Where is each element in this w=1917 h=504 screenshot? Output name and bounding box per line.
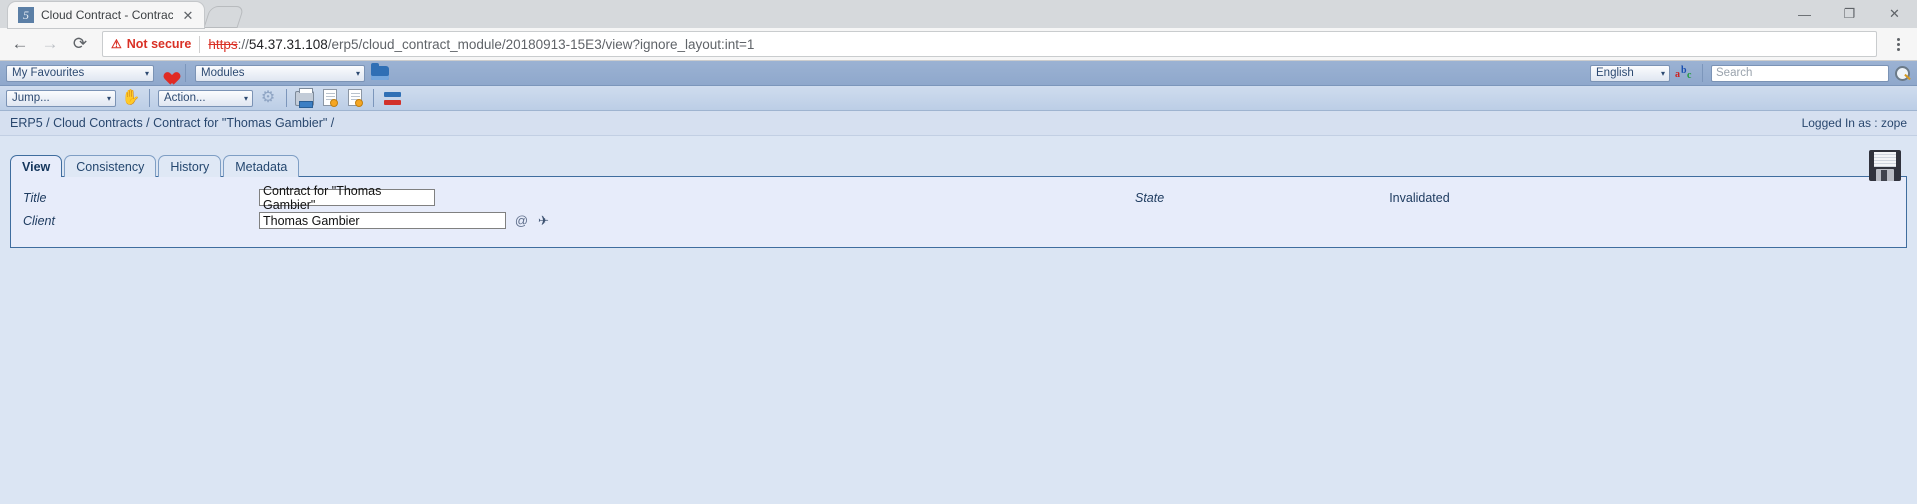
address-bar[interactable]: ⚠ Not secure https://54.37.31.108/erp5/c… <box>102 31 1877 57</box>
window-controls: — ❐ ✕ <box>1782 0 1917 28</box>
title-field-row: Title Contract for "Thomas Gambier" Stat… <box>11 184 1906 212</box>
tab-history-label: History <box>170 159 210 174</box>
url-path: /erp5/cloud_contract_module/20180913-15E… <box>327 36 755 52</box>
modules-select-label: Modules <box>201 67 245 79</box>
jump-plane-icon[interactable]: ✋ <box>121 89 141 107</box>
abc-translate-icon[interactable]: abc <box>1675 65 1694 81</box>
tab-metadata-label: Metadata <box>235 159 288 174</box>
tab-view[interactable]: View <box>10 155 63 177</box>
search-input[interactable]: Search <box>1711 64 1889 82</box>
tab-history[interactable]: History <box>158 155 222 177</box>
new-tab-button[interactable] <box>203 6 245 28</box>
action-divider <box>373 89 374 107</box>
security-label: Not secure <box>126 37 192 51</box>
jump-select-label: Jump... <box>12 92 50 104</box>
new-document-icon[interactable] <box>320 89 340 107</box>
client-field-row: Client Thomas Gambier @ ✈ <box>11 209 1906 232</box>
client-input[interactable]: Thomas Gambier <box>259 212 506 229</box>
security-indicator[interactable]: ⚠ Not secure <box>111 37 191 51</box>
nav-divider <box>185 64 186 82</box>
minimize-icon[interactable]: — <box>1782 0 1827 28</box>
state-value: Invalidated <box>1389 190 1450 205</box>
erp5-action-bar: Jump... ▾ ✋ Action... ▾ ⚙ <box>0 86 1917 111</box>
browser-chrome: 5 Cloud Contract - Contrac ✕ — ❐ ✕ ← → ⟳… <box>0 0 1917 61</box>
jump-to-client-icon[interactable]: ✈ <box>536 213 551 228</box>
modules-select[interactable]: Modules ▾ <box>195 64 365 82</box>
reload-icon[interactable]: ⟳ <box>66 30 94 58</box>
heart-icon[interactable] <box>160 65 176 81</box>
url-host: 54.37.31.108 <box>248 36 328 52</box>
action-divider <box>286 89 287 107</box>
state-label: State <box>1135 190 1165 205</box>
tab-consistency-label: Consistency <box>76 159 145 174</box>
language-select[interactable]: English ▾ <box>1590 64 1670 82</box>
relation-icon[interactable]: @ <box>514 213 529 228</box>
url-separator: :// <box>237 36 249 52</box>
back-icon[interactable]: ← <box>6 30 34 58</box>
chevron-down-icon: ▾ <box>144 68 149 78</box>
tab-consistency[interactable]: Consistency <box>64 155 157 177</box>
omnibox-divider <box>199 35 201 53</box>
warning-triangle-icon: ⚠ <box>111 37 122 51</box>
favourites-select-label: My Favourites <box>12 67 85 79</box>
forward-icon: → <box>41 34 59 53</box>
exchange-icon[interactable] <box>382 90 404 107</box>
jump-select[interactable]: Jump... ▾ <box>6 89 116 107</box>
magnifier-icon[interactable] <box>1894 65 1911 82</box>
copy-document-icon[interactable] <box>345 89 365 107</box>
nav-divider <box>1702 64 1703 82</box>
title-label: Title <box>23 190 47 205</box>
language-select-label: English <box>1596 67 1634 79</box>
chevron-down-icon: ▾ <box>243 93 248 103</box>
save-floppy-icon <box>1869 150 1901 181</box>
main-content: View Consistency History Metadata Title … <box>0 136 1917 504</box>
title-input[interactable]: Contract for "Thomas Gambier" <box>259 184 435 212</box>
tab-view-label: View <box>22 159 51 174</box>
gear-seal-icon[interactable]: ⚙ <box>258 89 278 107</box>
chrome-menu-icon[interactable] <box>1885 30 1911 58</box>
printer-icon[interactable] <box>295 88 315 108</box>
form-tab-strip: View Consistency History Metadata <box>10 136 1907 177</box>
breadcrumb: ERP5 / Cloud Contracts / Contract for "T… <box>0 111 1917 136</box>
favourites-select[interactable]: My Favourites ▾ <box>6 64 154 82</box>
chevron-down-icon: ▾ <box>355 68 360 78</box>
chevron-down-icon: ▾ <box>1660 68 1665 78</box>
erp5-nav-right: English ▾ abc Search <box>1590 64 1911 82</box>
save-button[interactable] <box>1869 150 1903 182</box>
erp5-favicon: 5 <box>18 7 34 23</box>
action-select[interactable]: Action... ▾ <box>158 89 253 107</box>
close-tab-icon[interactable]: ✕ <box>180 9 196 22</box>
restore-icon[interactable]: ❐ <box>1827 0 1872 28</box>
erp5-nav-bar: My Favourites ▾ Modules ▾ English ▾ abc … <box>0 61 1917 86</box>
action-select-label: Action... <box>164 92 206 104</box>
action-divider <box>149 89 150 107</box>
browser-tabstrip: 5 Cloud Contract - Contrac ✕ — ❐ ✕ <box>0 0 1917 28</box>
browser-tab-active[interactable]: 5 Cloud Contract - Contrac ✕ <box>8 2 204 28</box>
contract-form-panel: Title Contract for "Thomas Gambier" Stat… <box>10 176 1907 248</box>
open-folder-icon[interactable] <box>371 63 389 80</box>
tab-metadata[interactable]: Metadata <box>223 155 300 177</box>
url-scheme: https <box>208 36 238 52</box>
chevron-down-icon: ▾ <box>106 93 111 103</box>
browser-toolbar: ← → ⟳ ⚠ Not secure https://54.37.31.108/… <box>0 28 1917 61</box>
breadcrumb-text[interactable]: ERP5 / Cloud Contracts / Contract for "T… <box>10 116 334 130</box>
browser-tab-title: Cloud Contract - Contrac <box>41 8 173 22</box>
address-bar-url: https://54.37.31.108/erp5/cloud_contract… <box>208 37 754 52</box>
client-label: Client <box>23 213 55 228</box>
close-window-icon[interactable]: ✕ <box>1872 0 1917 28</box>
login-status: Logged In as : zope <box>1801 116 1907 130</box>
